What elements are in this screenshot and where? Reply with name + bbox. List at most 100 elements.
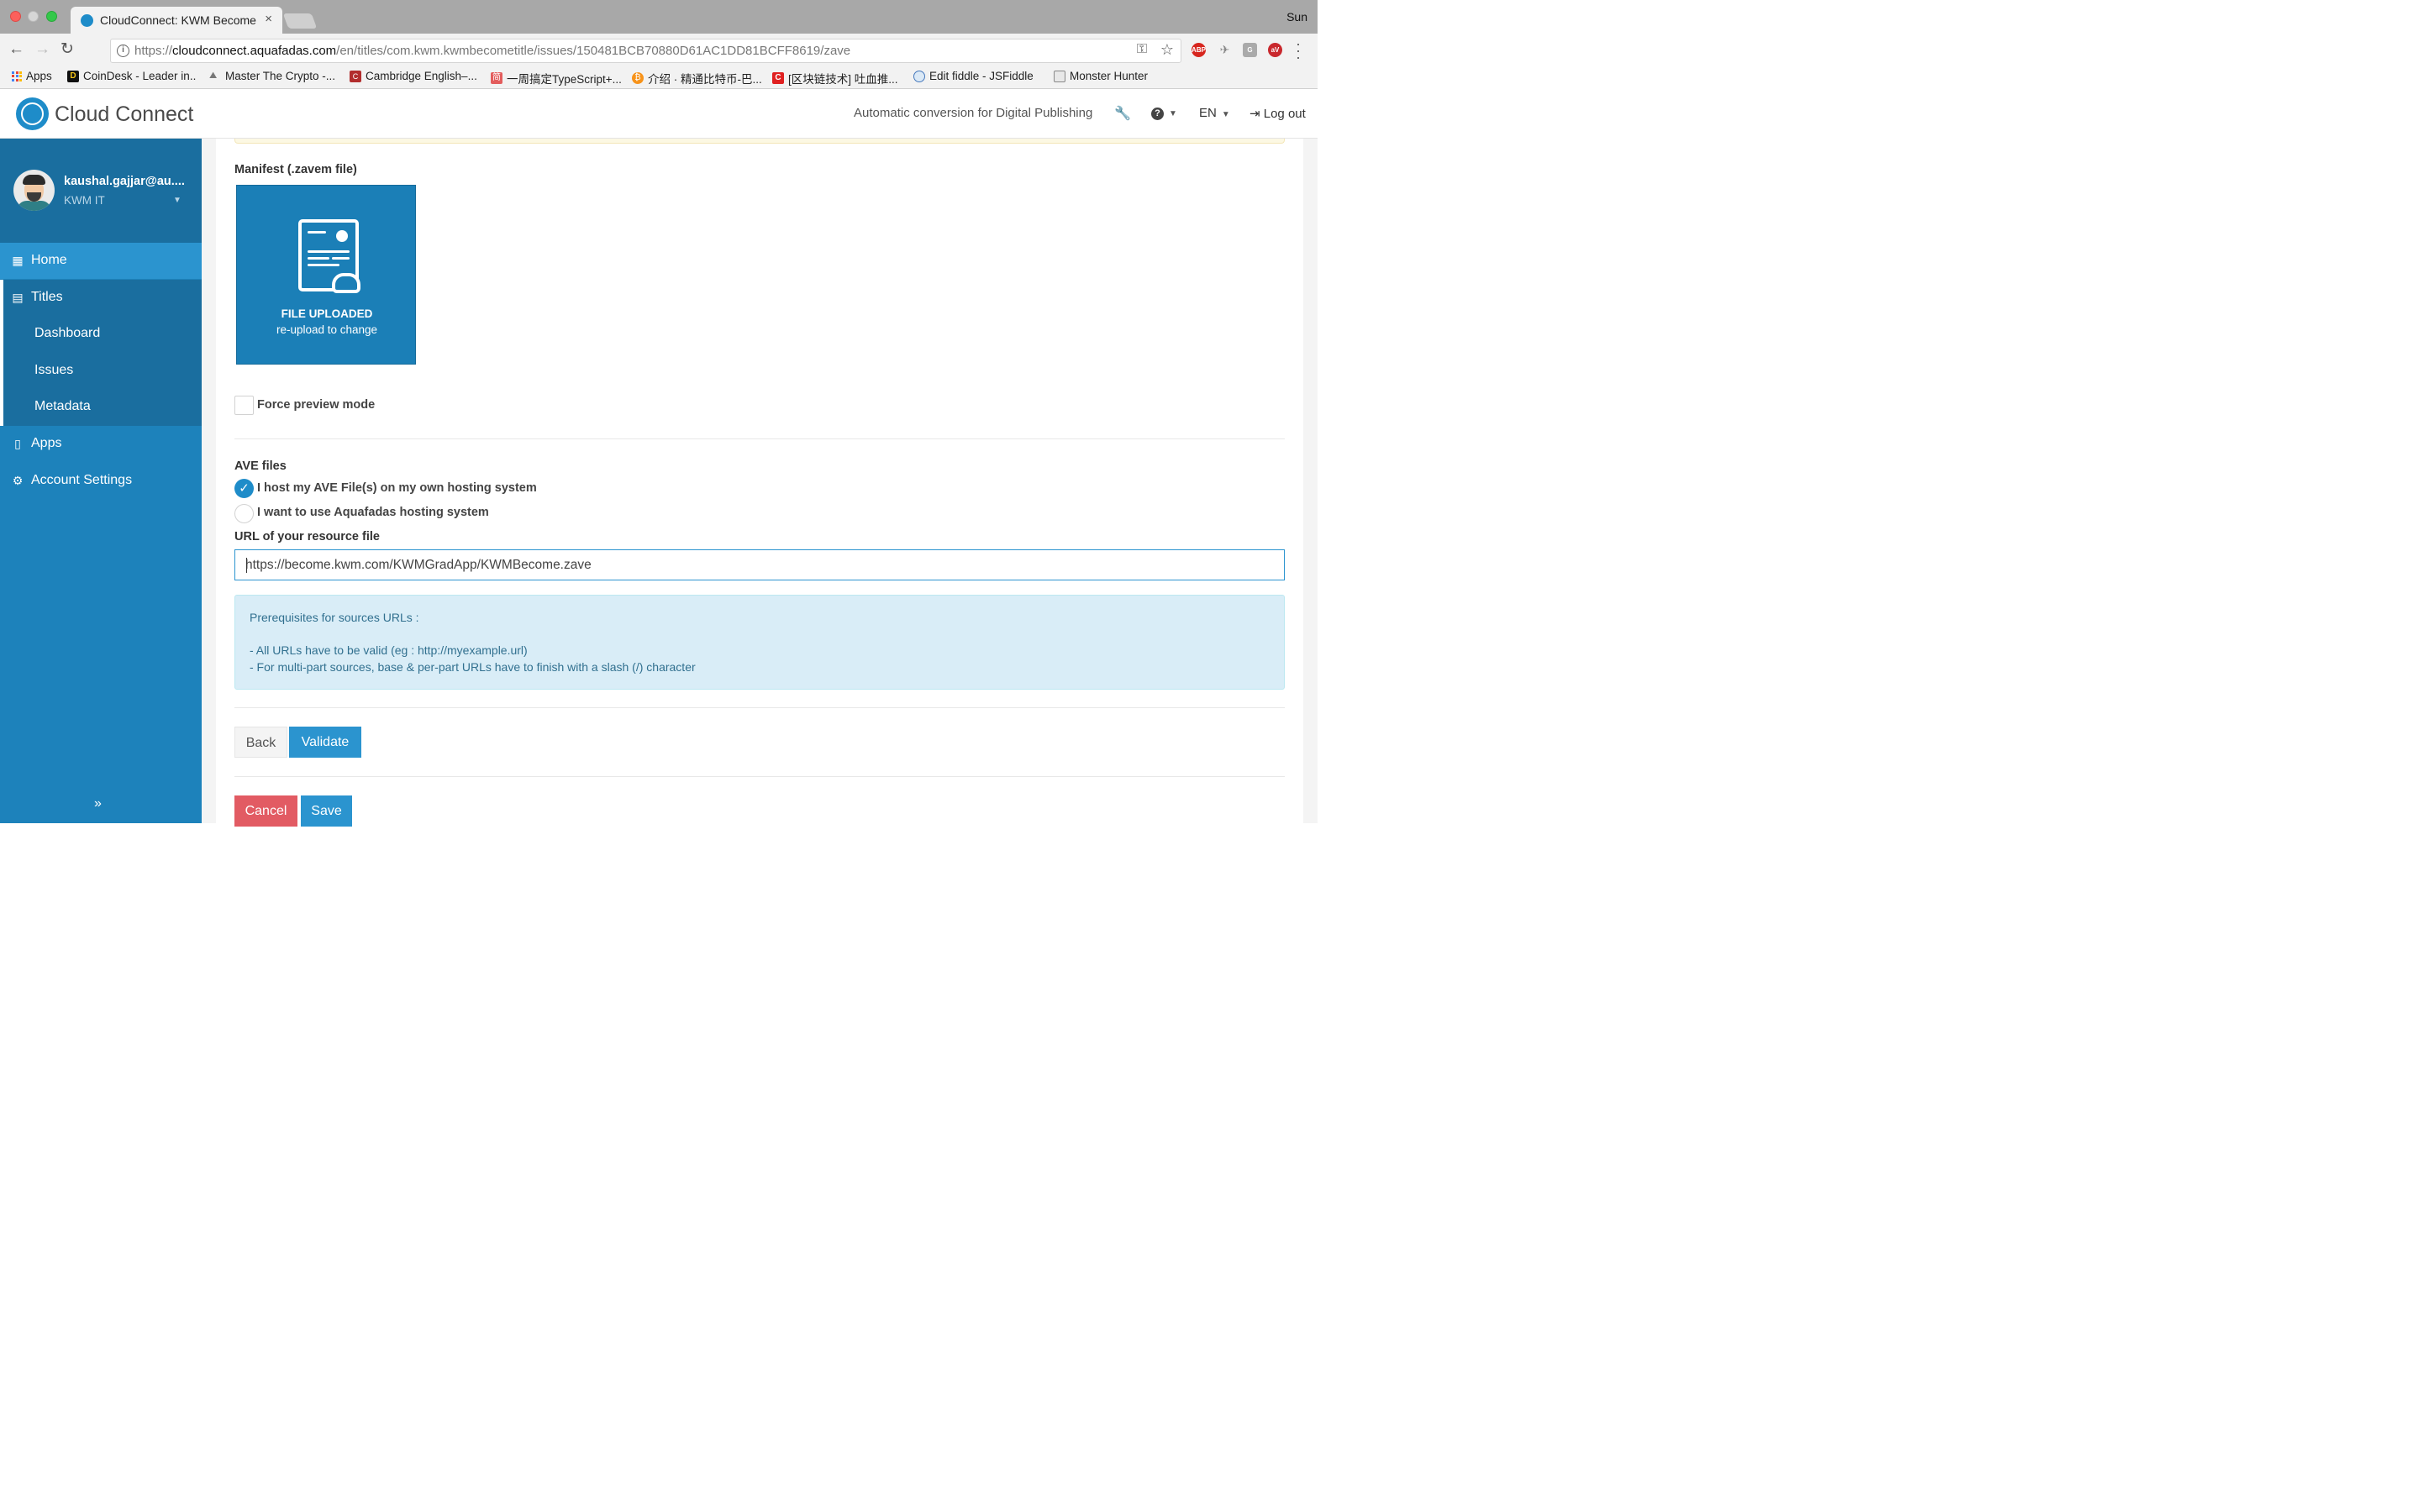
question-circle-icon: ? [1151, 108, 1164, 120]
cancel-button[interactable]: Cancel [234, 795, 297, 827]
sidebar: kaushal.gajjar@au.... KWM IT ▼ ▦ Home ▤ … [0, 139, 202, 823]
cloud-connect-logo-icon[interactable] [16, 97, 49, 130]
chevron-down-icon[interactable]: ▼ [173, 196, 182, 205]
jsfiddle-cloud-icon [913, 70, 925, 82]
bookmark-star-icon[interactable]: ☆ [1160, 41, 1174, 59]
bookmark-cambridge[interactable]: C Cambridge English–... [350, 70, 477, 82]
user-panel[interactable]: kaushal.gajjar@au.... KWM IT ▼ [0, 139, 202, 243]
divider [234, 707, 1285, 708]
radio-own-hosting[interactable]: ✓ [234, 479, 254, 498]
coindesk-icon: D [67, 70, 79, 82]
app-header: Cloud Connect Automatic conversion for D… [0, 89, 1318, 139]
wrench-icon[interactable]: 🔧 [1114, 105, 1131, 122]
apps-grid-icon [12, 71, 22, 81]
chevron-down-icon: ▼ [1169, 109, 1177, 118]
browser-toolbar: ← → ↻ ⌂ i https://cloudconnect.aquafadas… [0, 34, 1318, 155]
bookmark-jsfiddle[interactable]: Edit fiddle - JSFiddle [913, 70, 1034, 82]
sidebar-item-apps[interactable]: ▯ Apps [0, 426, 202, 462]
avatar [13, 170, 55, 211]
issue-form-panel: Manifest (.zavem file) FILE UPLOADED re-… [216, 139, 1303, 827]
validate-button[interactable]: Validate [289, 727, 361, 758]
info-line-valid-urls: - All URLs have to be valid (eg : http:/… [250, 643, 528, 657]
radio-own-hosting-label[interactable]: I host my AVE File(s) on my own hosting … [257, 481, 537, 495]
manifest-label: Manifest (.zavem file) [234, 163, 357, 176]
user-email: kaushal.gajjar@au.... [64, 175, 185, 188]
bookmark-master-crypto[interactable]: ⛰ Master The Crypto -... [209, 70, 335, 82]
divider [234, 776, 1285, 777]
upload-status-subtitle: re-upload to change [276, 323, 378, 336]
header-tagline: Automatic conversion for Digital Publish… [854, 106, 1093, 120]
av-extension-icon[interactable]: aV [1268, 43, 1282, 57]
key-icon[interactable]: ⚿ [1137, 42, 1147, 57]
help-menu[interactable]: ? ▼ [1151, 105, 1177, 120]
radio-aquafadas-hosting-label[interactable]: I want to use Aquafadas hosting system [257, 506, 489, 519]
sidebar-item-account-settings[interactable]: ⚙ Account Settings [0, 463, 202, 499]
back-button[interactable]: Back [234, 727, 287, 758]
os-user-name: Sun [1286, 10, 1307, 24]
folder-icon [1054, 70, 1065, 82]
ave-files-label: AVE files [234, 459, 287, 473]
info-title: Prerequisites for sources URLs : [250, 611, 419, 624]
manifest-upload-dropzone[interactable]: FILE UPLOADED re-upload to change [236, 185, 416, 365]
brand-name[interactable]: Cloud Connect [55, 102, 193, 127]
info-line-trailing-slash: - For multi-part sources, base & per-par… [250, 660, 696, 674]
gears-icon: ⚙ [12, 474, 24, 487]
radio-aquafadas-hosting[interactable] [234, 504, 254, 523]
bookmark-monster-hunter[interactable]: Monster Hunter [1054, 70, 1148, 82]
browser-tab-bar: CloudConnect: KWM Become × Sun [0, 0, 1318, 34]
maximize-window-button[interactable] [46, 11, 57, 22]
tab-close-icon[interactable]: × [265, 12, 272, 26]
warning-alert-edge [234, 139, 1285, 144]
bookmark-typescript[interactable]: 简 一周搞定TypeScript+... [491, 70, 622, 87]
bookmarks-bar: Apps D CoinDesk - Leader in.. ⛰ Master T… [0, 67, 1318, 89]
back-arrow-icon[interactable]: ← [8, 41, 24, 58]
bookmark-coindesk[interactable]: D CoinDesk - Leader in.. [67, 70, 196, 82]
plane-extension-icon[interactable]: ✈ [1218, 43, 1232, 57]
reload-icon[interactable]: ↻ [60, 41, 74, 58]
force-preview-label[interactable]: Force preview mode [257, 398, 375, 412]
titles-submenu: Dashboard Issues Metadata [0, 316, 202, 426]
save-button[interactable]: Save [301, 795, 352, 827]
mobile-device-icon: ▯ [14, 437, 21, 450]
user-organization: KWM IT [64, 194, 105, 207]
address-url[interactable]: https://cloudconnect.aquafadas.com/en/ti… [134, 44, 850, 58]
info-icon[interactable]: i [117, 45, 129, 57]
divider [234, 438, 1285, 439]
force-preview-checkbox[interactable] [234, 396, 254, 415]
tab-title: CloudConnect: KWM Become [100, 13, 256, 27]
csdn-icon: C [772, 72, 784, 84]
g-extension-icon[interactable]: G [1243, 43, 1257, 57]
sidebar-item-metadata[interactable]: Metadata [34, 399, 91, 414]
generic-page-icon: ⛰ [209, 70, 218, 81]
cambridge-shield-icon: C [350, 70, 361, 82]
document-icon: ▤ [12, 291, 24, 304]
sidebar-item-issues[interactable]: Issues [34, 363, 73, 378]
document-upload-icon [298, 219, 360, 293]
bookmark-bitcoin-book[interactable]: ₿ 介绍 · 精通比特币-巴... [632, 70, 762, 87]
address-bar[interactable]: i https://cloudconnect.aquafadas.com/en/… [110, 39, 1181, 63]
jianshu-icon: 简 [491, 72, 502, 84]
close-window-button[interactable] [10, 11, 21, 22]
sidebar-collapse-icon[interactable]: » [94, 796, 102, 811]
sidebar-item-titles[interactable]: ▤ Titles [0, 280, 202, 316]
language-menu[interactable]: EN ▼ [1199, 106, 1230, 120]
bookmark-blockchain[interactable]: C [区块链技术] 吐血推... [772, 70, 898, 87]
new-tab-button[interactable] [282, 13, 318, 29]
sidebar-item-dashboard[interactable]: Dashboard [34, 326, 100, 341]
resource-url-input[interactable]: https://become.kwm.com/KWMGradApp/KWMBec… [234, 549, 1285, 580]
logout-icon: ⇥ [1249, 107, 1260, 121]
main-content: Manifest (.zavem file) FILE UPLOADED re-… [202, 139, 1318, 827]
logout-link[interactable]: ⇥ Log out [1249, 106, 1306, 121]
browser-menu-icon[interactable]: · · · [1296, 36, 1301, 65]
minimize-window-button[interactable] [28, 11, 39, 22]
bookmark-apps[interactable]: Apps [12, 70, 52, 82]
upload-status-title: FILE UPLOADED [281, 307, 373, 320]
forward-arrow-icon[interactable]: → [34, 41, 50, 58]
sidebar-item-home[interactable]: ▦ Home [0, 243, 202, 279]
chevron-down-icon: ▼ [1221, 110, 1230, 119]
browser-tab-active[interactable]: CloudConnect: KWM Become × [71, 7, 282, 34]
resource-url-label: URL of your resource file [234, 530, 380, 543]
dashboard-grid-icon: ▦ [12, 254, 24, 267]
bitcoin-icon: ₿ [632, 72, 644, 84]
adblock-extension-icon[interactable]: ABP [1192, 43, 1206, 57]
